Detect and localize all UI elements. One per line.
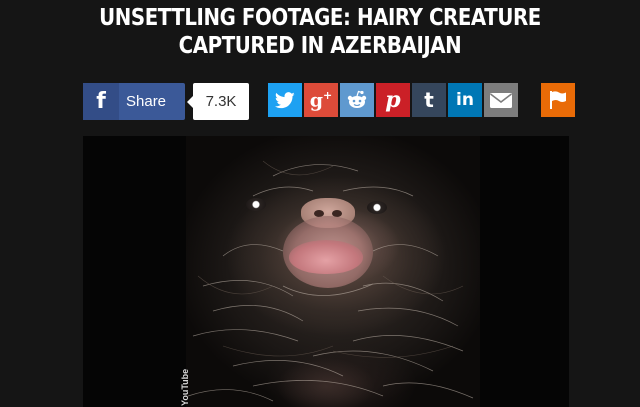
flag-icon [550, 91, 566, 109]
twitter-icon [275, 91, 295, 108]
pinterest-button[interactable]: p [376, 83, 410, 117]
reddit-icon [347, 90, 367, 108]
facebook-icon: f [83, 83, 119, 120]
email-button[interactable] [484, 83, 518, 117]
tumblr-button[interactable]: t [412, 83, 446, 117]
youtube-watermark: YouTube [180, 368, 190, 406]
tumblr-icon: t [424, 88, 434, 112]
facebook-share-button[interactable]: f Share [83, 83, 185, 120]
google-plus-button[interactable]: g+ [304, 83, 338, 117]
article-headline: UNSETTLING FOOTAGE: HAIRY CREATURE CAPTU… [99, 5, 541, 59]
linkedin-button[interactable]: in [448, 83, 482, 117]
video-player[interactable]: YouTube [83, 136, 569, 407]
google-plus-icon: g+ [309, 88, 333, 112]
facebook-share-label: Share [126, 93, 167, 110]
linkedin-icon: in [456, 90, 474, 110]
twitter-button[interactable] [268, 83, 302, 117]
pinterest-icon: p [385, 87, 401, 113]
email-icon [490, 92, 512, 108]
reddit-button[interactable] [340, 83, 374, 117]
page: UNSETTLING FOOTAGE: HAIRY CREATURE CAPTU… [0, 0, 640, 407]
share-count: 7.3K [187, 83, 249, 120]
fur-strands [187, 160, 474, 402]
flag-button[interactable] [541, 83, 575, 117]
